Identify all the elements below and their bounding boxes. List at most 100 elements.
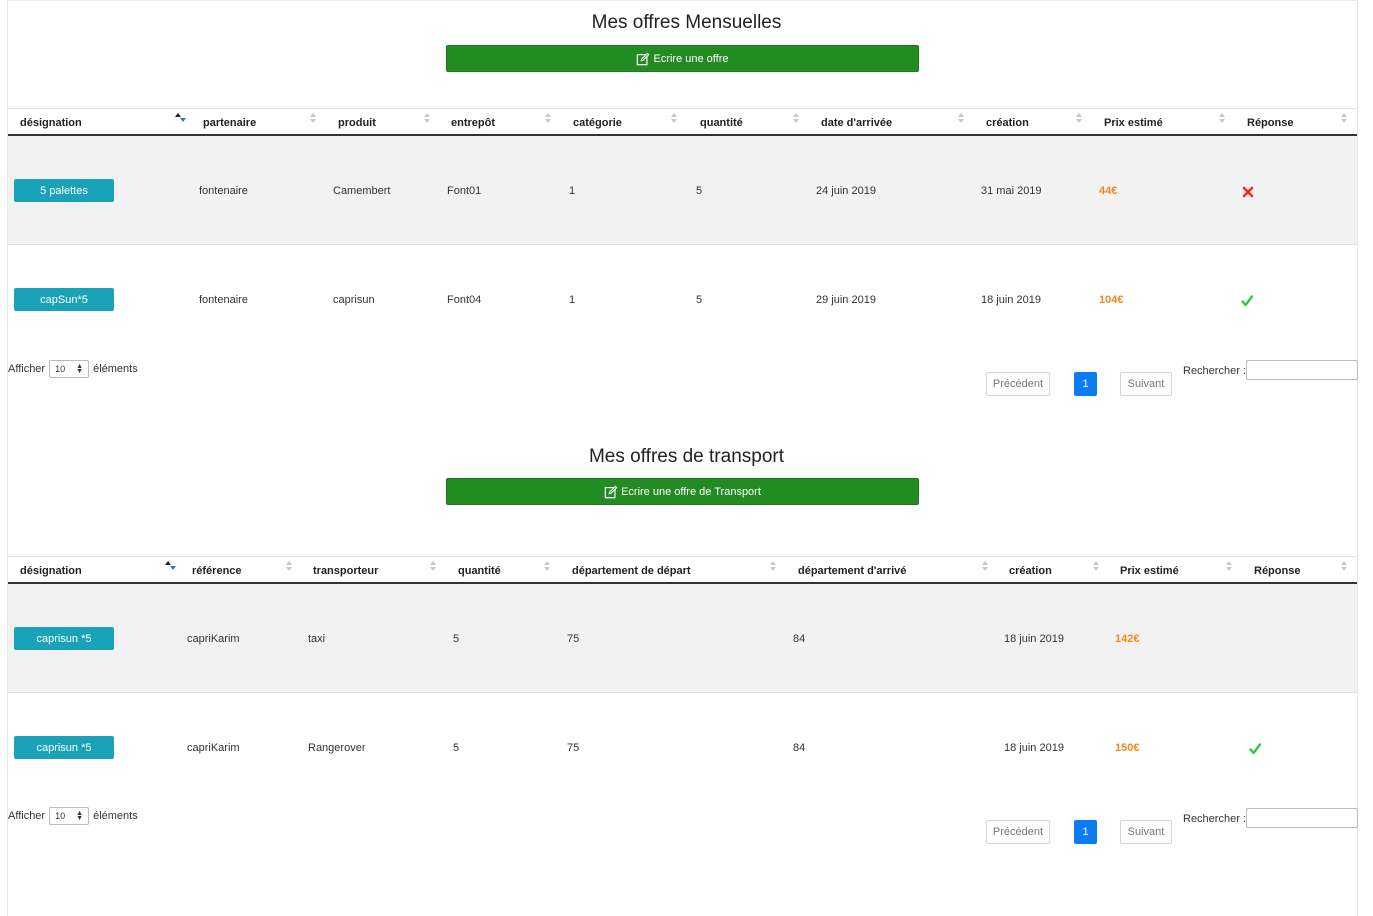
length-control: Afficher 10 ▲ ▼ éléments <box>8 360 138 378</box>
col-produit[interactable]: produit <box>338 117 376 129</box>
col-reponse[interactable]: Réponse <box>1254 565 1300 577</box>
previous-button[interactable]: Précédent <box>986 820 1050 844</box>
cell-quantite: 5 <box>453 742 460 754</box>
col-reference[interactable]: référence <box>192 565 242 577</box>
select-arrow-icon: ▲ ▼ <box>76 810 84 822</box>
cell-creation: 31 mai 2019 <box>981 185 1042 197</box>
col-dep-depart[interactable]: département de départ <box>572 565 691 577</box>
table-row: caprisun *5 capriKarim taxi 5 75 84 18 j… <box>8 584 1357 693</box>
cross-icon <box>1242 186 1254 198</box>
col-partenaire[interactable]: partenaire <box>203 117 256 129</box>
cell-categorie: 1 <box>569 294 576 306</box>
cell-entrepot: Font01 <box>447 185 482 197</box>
edit-icon <box>637 52 650 65</box>
col-reponse[interactable]: Réponse <box>1247 117 1293 129</box>
sort-icon[interactable] <box>310 113 318 125</box>
sort-icon[interactable] <box>1093 561 1101 573</box>
col-prix[interactable]: Prix estimé <box>1104 117 1163 129</box>
search-input[interactable] <box>1246 360 1358 380</box>
cell-prix: 142€ <box>1115 633 1140 645</box>
cell-dep-depart: 75 <box>567 633 580 645</box>
search-input[interactable] <box>1246 808 1358 828</box>
cell-quantite: 5 <box>696 294 703 306</box>
length-value: 10 <box>55 364 66 374</box>
sort-icon[interactable] <box>430 561 438 573</box>
length-prefix: Afficher <box>8 810 46 822</box>
cell-categorie: 1 <box>569 185 576 197</box>
cell-produit: caprisun <box>333 294 375 306</box>
monthly-title: Mes offres Mensuelles <box>591 12 782 33</box>
cell-prix: 104€ <box>1099 294 1124 306</box>
sort-asc-icon[interactable] <box>165 561 176 573</box>
length-suffix: éléments <box>93 810 138 822</box>
sort-icon[interactable] <box>958 113 966 125</box>
cell-partenaire: fontenaire <box>199 294 248 306</box>
write-offer-label: Ecrire une offre <box>653 52 729 65</box>
col-dep-arrive[interactable]: département d'arrivé <box>798 565 906 577</box>
designation-button[interactable]: capSun*5 <box>14 288 114 311</box>
col-categorie[interactable]: catégorie <box>573 117 622 129</box>
page-1-button[interactable]: 1 <box>1074 372 1097 396</box>
next-button[interactable]: Suivant <box>1120 372 1172 396</box>
cell-creation: 18 juin 2019 <box>1004 742 1064 754</box>
sort-icon[interactable] <box>770 561 778 573</box>
length-value: 10 <box>55 811 66 821</box>
cell-transporteur: Rangerover <box>308 742 366 754</box>
length-select[interactable]: 10 ▲ ▼ <box>49 360 90 378</box>
next-button[interactable]: Suivant <box>1120 820 1172 844</box>
cell-partenaire: fontenaire <box>199 185 248 197</box>
sort-icon[interactable] <box>1226 561 1234 573</box>
length-prefix: Afficher <box>8 363 46 375</box>
cell-prix: 44€ <box>1099 185 1118 197</box>
sort-icon[interactable] <box>1076 113 1084 125</box>
sort-icon[interactable] <box>671 113 679 125</box>
sort-icon[interactable] <box>1341 561 1349 573</box>
col-date-arrivee[interactable]: date d'arrivée <box>821 117 892 129</box>
col-entrepot[interactable]: entrepôt <box>451 117 495 129</box>
write-offer-button[interactable]: Ecrire une offre <box>446 45 919 72</box>
monthly-table-header: désignation partenaire produit entrepôt … <box>8 108 1357 136</box>
select-arrow-icon: ▲ ▼ <box>76 363 84 375</box>
edit-icon <box>604 485 618 498</box>
transport-title: Mes offres de transport <box>588 446 785 467</box>
cell-dep-arrive: 84 <box>793 633 806 645</box>
length-control: Afficher 10 ▲ ▼ éléments <box>8 807 138 825</box>
sort-icon[interactable] <box>793 113 801 125</box>
sort-icon[interactable] <box>982 561 990 573</box>
cell-produit: Camembert <box>333 185 391 197</box>
length-select[interactable]: 10 ▲ ▼ <box>49 807 90 825</box>
cell-dep-depart: 75 <box>567 742 580 754</box>
col-designation[interactable]: désignation <box>20 117 82 129</box>
col-creation[interactable]: création <box>986 117 1029 129</box>
designation-button[interactable]: caprisun *5 <box>14 627 114 650</box>
length-suffix: éléments <box>93 363 138 375</box>
col-creation[interactable]: création <box>1009 565 1052 577</box>
search-label: Rechercher : <box>1183 813 1246 825</box>
cell-quantite: 5 <box>696 185 703 197</box>
cell-entrepot: Font04 <box>447 294 482 306</box>
cell-dep-arrive: 84 <box>793 742 806 754</box>
previous-button[interactable]: Précédent <box>986 372 1050 396</box>
table-row: capSun*5 fontenaire caprisun Font04 1 5 … <box>8 245 1357 354</box>
check-icon <box>1241 295 1253 307</box>
col-quantite[interactable]: quantité <box>700 117 743 129</box>
sort-icon[interactable] <box>1341 113 1349 125</box>
sort-icon[interactable] <box>424 113 432 125</box>
col-quantite[interactable]: quantité <box>458 565 501 577</box>
designation-button[interactable]: 5 palettes <box>14 179 114 202</box>
sort-icon[interactable] <box>286 561 294 573</box>
sort-icon[interactable] <box>544 561 552 573</box>
cell-date-arrivee: 24 juin 2019 <box>816 185 876 197</box>
sort-icon[interactable] <box>1219 113 1227 125</box>
write-transport-offer-button[interactable]: Ecrire une offre de Transport <box>446 478 919 505</box>
sort-asc-icon[interactable] <box>175 113 186 125</box>
sort-icon[interactable] <box>545 113 553 125</box>
cell-creation: 18 juin 2019 <box>1004 633 1064 645</box>
page-1-button[interactable]: 1 <box>1074 820 1097 844</box>
col-prix[interactable]: Prix estimé <box>1120 565 1179 577</box>
col-transporteur[interactable]: transporteur <box>313 565 378 577</box>
designation-button[interactable]: caprisun *5 <box>14 736 114 759</box>
search-label: Rechercher : <box>1183 365 1246 377</box>
cell-quantite: 5 <box>453 633 460 645</box>
col-designation[interactable]: désignation <box>20 565 82 577</box>
